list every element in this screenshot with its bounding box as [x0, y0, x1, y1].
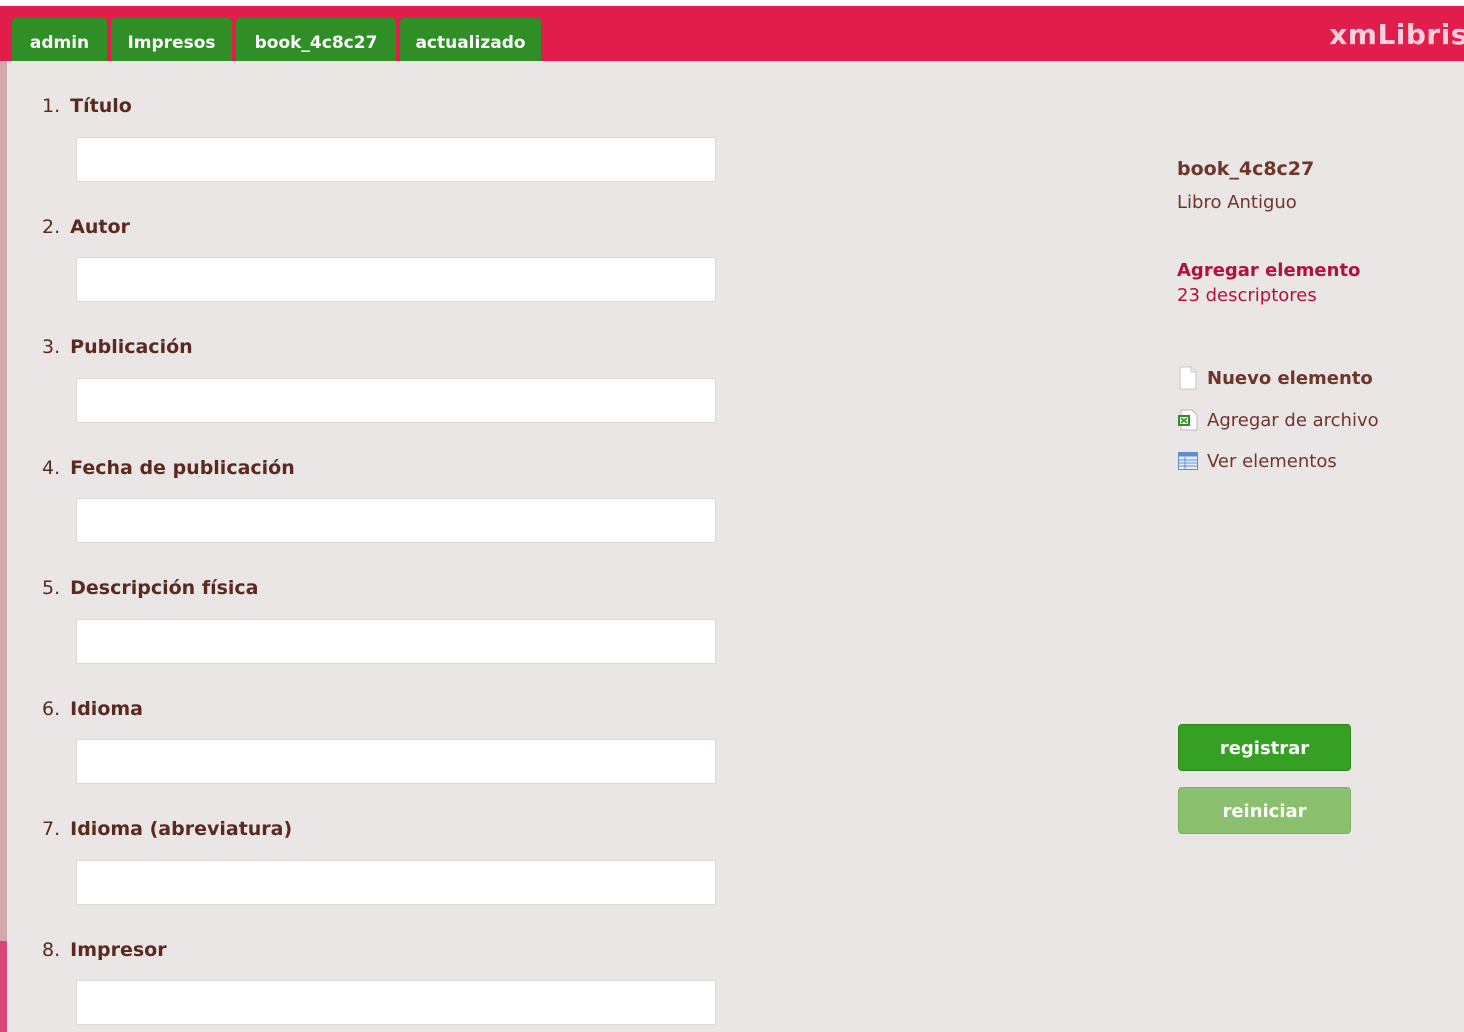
autor-input[interactable] — [76, 257, 716, 302]
tab-status[interactable]: actualizado — [400, 18, 541, 61]
field-label-text: Autor — [70, 216, 130, 238]
field-label-text: Descripción física — [70, 577, 259, 599]
action-label: Nuevo elemento — [1207, 367, 1373, 389]
field-label-text: Publicación — [70, 336, 193, 358]
field-label-fecha: 4. Fecha de publicación — [42, 457, 295, 479]
field-number: 5. — [42, 577, 61, 599]
tab-impresos[interactable]: Impresos — [111, 18, 232, 61]
field-number: 1. — [42, 95, 61, 117]
titulo-input[interactable] — [76, 137, 716, 182]
field-label-text: Impresor — [70, 939, 167, 961]
tab-record[interactable]: book_4c8c27 — [236, 18, 396, 61]
field-number: 6. — [42, 698, 61, 720]
tab-admin[interactable]: admin — [12, 18, 107, 61]
field-label-text: Título — [70, 95, 132, 117]
register-button[interactable]: registrar — [1178, 724, 1351, 771]
field-label-text: Idioma — [70, 698, 143, 720]
idioma-input[interactable] — [76, 739, 716, 784]
reset-button[interactable]: reiniciar — [1178, 787, 1351, 834]
field-number: 7. — [42, 818, 61, 840]
breadcrumb-tabs: admin Impresos book_4c8c27 actualizado — [12, 18, 541, 61]
add-from-file-link[interactable]: Agregar de archivo — [1177, 408, 1379, 432]
view-elements-link[interactable]: Ver elementos — [1177, 449, 1337, 473]
field-label-idioma-abrev: 7. Idioma (abreviatura) — [42, 818, 292, 840]
left-edge-accent — [0, 941, 7, 1032]
publicacion-input[interactable] — [76, 378, 716, 423]
spreadsheet-file-icon — [1177, 408, 1199, 432]
app-frame: admin Impresos book_4c8c27 actualizado x… — [0, 6, 1464, 1032]
table-list-icon — [1177, 449, 1199, 473]
field-number: 4. — [42, 457, 61, 479]
field-label-text: Fecha de publicación — [70, 457, 295, 479]
left-edge-bar — [0, 61, 7, 1032]
field-label-impresor: 8. Impresor — [42, 939, 167, 961]
field-number: 2. — [42, 216, 61, 238]
record-id: book_4c8c27 — [1177, 158, 1315, 180]
new-document-icon — [1177, 366, 1199, 390]
field-label-publicacion: 3. Publicación — [42, 336, 193, 358]
field-label-idioma: 6. Idioma — [42, 698, 143, 720]
field-label-text: Idioma (abreviatura) — [70, 818, 293, 840]
top-bar: admin Impresos book_4c8c27 actualizado x… — [0, 6, 1464, 61]
action-label: Agregar de archivo — [1207, 409, 1379, 431]
field-number: 8. — [42, 939, 61, 961]
action-label: Ver elementos — [1207, 450, 1337, 472]
field-label-descripcion: 5. Descripción física — [42, 577, 259, 599]
field-label-titulo: 1. Título — [42, 95, 132, 117]
descriptor-count: 23 descriptores — [1177, 285, 1317, 306]
record-type: Libro Antiguo — [1177, 192, 1297, 213]
add-element-title: Agregar elemento — [1177, 260, 1361, 281]
new-element-link[interactable]: Nuevo elemento — [1177, 366, 1373, 390]
fecha-input[interactable] — [76, 498, 716, 543]
idioma-abreviatura-input[interactable] — [76, 860, 716, 905]
brand-logo: xmLibris — [1329, 18, 1464, 51]
field-number: 3. — [42, 336, 61, 358]
field-label-autor: 2. Autor — [42, 216, 130, 238]
impresor-input[interactable] — [76, 980, 716, 1025]
descripcion-input[interactable] — [76, 619, 716, 664]
